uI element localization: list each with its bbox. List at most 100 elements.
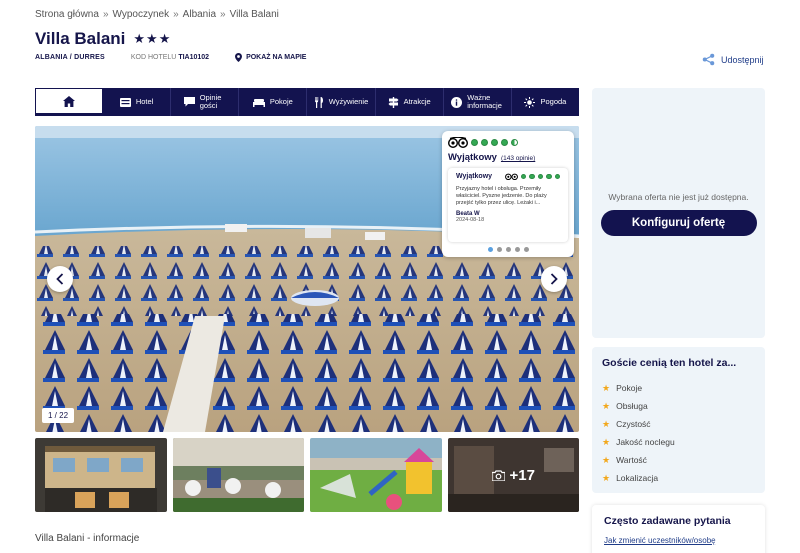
rating-bubble-3 (491, 139, 498, 146)
value-item-label: Wartość (616, 455, 647, 465)
tab-important-info-label: Ważne informacje (467, 93, 502, 110)
thumbnail-image (172, 438, 304, 512)
hotel-code: KOD HOTELU TIA10102 (131, 54, 209, 61)
tab-meals[interactable]: Wyżywienie (307, 88, 376, 116)
value-item-label: Jakość noclegu (616, 437, 675, 447)
review-snippet-title: Wyjątkowy (456, 173, 493, 180)
tab-meals-label: Wyżywienie (328, 97, 369, 107)
gallery-next-button[interactable] (541, 266, 567, 292)
star-icon: ★ (602, 400, 611, 411)
share-button[interactable]: Udostępnij (702, 53, 764, 66)
show-on-map-link[interactable]: POKAŻ NA MAPIE (235, 53, 306, 62)
tab-reviews-label: Opinie gości (199, 93, 222, 110)
hotel-info-heading: Villa Balani - informacje (35, 533, 140, 544)
thumbnail-playground[interactable] (310, 438, 442, 512)
tab-important-info[interactable]: Ważne informacje (444, 88, 512, 116)
breadcrumb-separator: » (173, 9, 179, 20)
faq-panel: Często zadawane pytania Jak zmienić ucze… (592, 505, 765, 553)
more-photos-overlay: +17 (448, 438, 580, 512)
breadcrumb-albania[interactable]: Albania (183, 9, 216, 20)
faq-question-link[interactable]: Jak zmienić uczestników/osobę (604, 536, 753, 545)
breadcrumb-home[interactable]: Strona główna (35, 9, 99, 20)
thumbnail-hotel-exterior[interactable] (35, 438, 167, 512)
tab-weather-label: Pogoda (540, 97, 567, 107)
tripadvisor-widget[interactable]: Wyjątkowy (143 opinie) Wyjątkowy Przyjaz… (442, 131, 574, 257)
breadcrumb-wypoczynek[interactable]: Wypoczynek (113, 9, 170, 20)
reviews-count-link[interactable]: (143 opinie) (501, 155, 535, 162)
breadcrumb-current[interactable]: Villa Balani (230, 9, 279, 20)
review-snippet: Wyjątkowy Przyjazny hotel i obsługa. Prz… (448, 168, 568, 242)
hotel-location: ALBANIA / DURRES (35, 54, 105, 61)
configure-offer-button[interactable]: Konfiguruj ofertę (600, 210, 757, 236)
tab-hotel[interactable]: Hotel (103, 88, 172, 116)
carousel-dot[interactable] (523, 247, 529, 252)
tripadvisor-rating-row (448, 137, 568, 148)
breadcrumb-separator: » (220, 9, 226, 20)
offer-panel: Wybrana oferta nie jest już dostępna. Ko… (592, 88, 765, 338)
reviews-icon (183, 97, 195, 107)
tab-home[interactable] (35, 88, 103, 116)
rating-bubble-1 (471, 139, 478, 146)
more-photos-count: +17 (509, 466, 535, 484)
thumbnail-image (35, 438, 167, 512)
rating-bubble (520, 173, 526, 180)
star-icon: ★ (602, 472, 611, 483)
gallery-prev-button[interactable] (47, 266, 73, 292)
star-icon: ★ (602, 436, 611, 447)
value-item: ★ Czystość (602, 415, 755, 433)
carousel-dot[interactable] (487, 247, 493, 252)
value-item-label: Czystość (616, 419, 651, 429)
hotel-icon (119, 97, 131, 107)
review-snippet-rating (504, 173, 560, 180)
carousel-dot[interactable] (496, 247, 502, 252)
carousel-dot[interactable] (505, 247, 511, 252)
rating-bubble-5 (511, 139, 518, 146)
carousel-dot[interactable] (514, 247, 520, 252)
guests-value-list: ★ Pokoje ★ Obsługa ★ Czystość ★ Jakość nocle… (602, 379, 755, 487)
hero-gallery[interactable]: 1 / 22 Wyjątkowy (143 opinie) Wyjątkowy (35, 126, 579, 432)
rating-bubble (537, 173, 543, 180)
hotel-code-label: KOD HOTELU (130, 54, 177, 61)
chevron-left-icon (56, 273, 64, 285)
share-icon (702, 53, 715, 66)
title-row: Villa Balani ★★★ (35, 29, 171, 49)
thumbnail-terrace[interactable] (172, 438, 304, 512)
tripadvisor-owl-icon (448, 137, 468, 148)
tripadvisor-owl-icon (504, 173, 518, 180)
breadcrumb-separator: » (102, 9, 109, 20)
rating-word: Wyjątkowy (448, 152, 497, 163)
hotel-stars: ★★★ (133, 31, 172, 46)
value-item: ★ Jakość noclegu (602, 433, 755, 451)
tab-hotel-label: Hotel (135, 97, 154, 107)
faq-title: Często zadawane pytania (604, 515, 731, 527)
review-snippet-text: Przyjazny hotel i obsługa. Przemiły właś… (456, 186, 547, 207)
tab-reviews[interactable]: Opinie gości (171, 88, 240, 116)
map-pin-icon (235, 53, 243, 62)
value-item: ★ Pokoje (602, 379, 755, 397)
value-item-label: Lokalizacja (616, 473, 659, 483)
rating-bubble (546, 173, 552, 180)
thumbnail-more-photos[interactable]: +17 (447, 438, 580, 512)
star-icon: ★ (602, 454, 611, 465)
tab-rooms[interactable]: Pokoje (239, 88, 308, 116)
gallery-thumbnails: +17 (35, 438, 579, 512)
offer-unavailable-message: Wybrana oferta nie jest już dostępna. (608, 192, 749, 202)
tab-weather[interactable]: Pogoda (512, 88, 579, 116)
star-icon: ★ (602, 382, 611, 393)
tab-attractions-label: Atrakcje (403, 97, 431, 107)
cutlery-icon (314, 96, 323, 108)
page-title: Villa Balani (35, 29, 126, 48)
review-snippet-header: Wyjątkowy (456, 173, 560, 180)
show-on-map-label: POKAŻ NA MAPIE (246, 54, 307, 61)
hotel-meta: ALBANIA / DURRES KOD HOTELU TIA10102 POK… (35, 53, 306, 62)
value-item-label: Pokoje (616, 383, 643, 393)
hotel-code-value: TIA10102 (178, 54, 210, 61)
review-date: 2024-08-18 (456, 217, 485, 224)
thumbnail-image (310, 438, 442, 512)
value-item: ★ Obsługa (602, 397, 755, 415)
guests-value-title: Goście cenią ten hotel za... (602, 357, 737, 369)
star-icon: ★ (602, 418, 611, 429)
chevron-right-icon (550, 273, 558, 285)
tab-attractions[interactable]: Atrakcje (376, 88, 444, 116)
rating-bubble-2 (481, 139, 488, 146)
